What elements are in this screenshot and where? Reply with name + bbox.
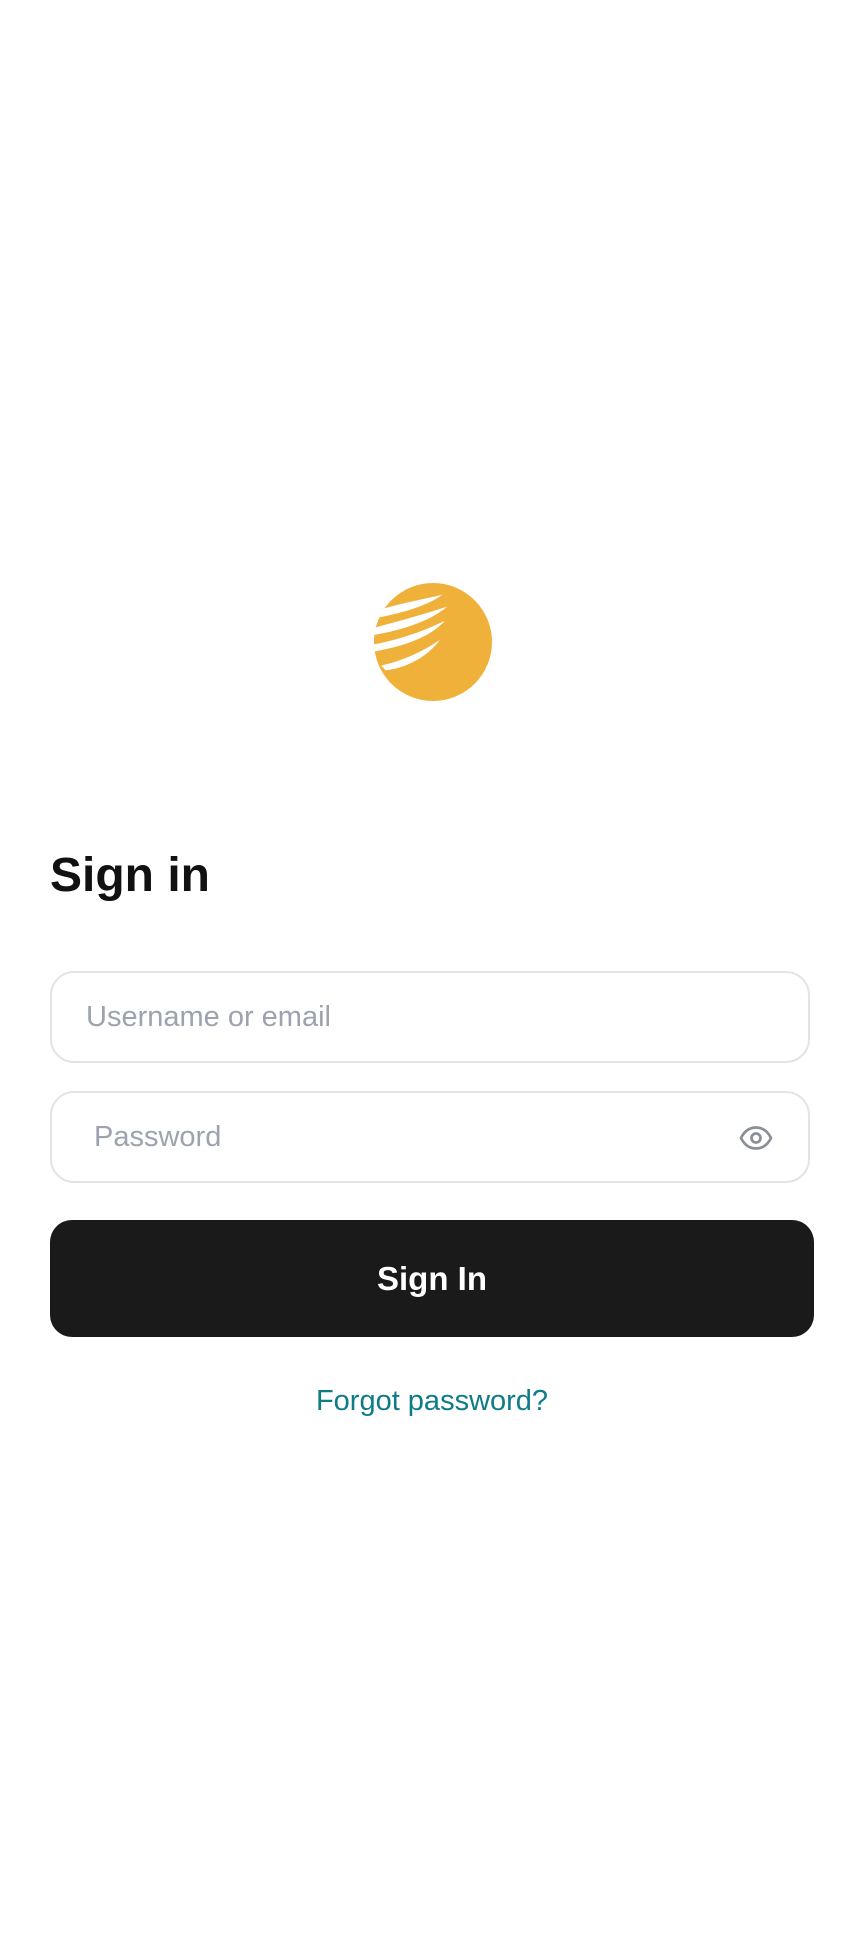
- username-input[interactable]: [52, 973, 808, 1061]
- brand-logo: [374, 583, 492, 701]
- password-field[interactable]: [50, 1091, 810, 1183]
- forgot-password-link[interactable]: Forgot password?: [0, 1382, 864, 1420]
- username-field[interactable]: [50, 971, 810, 1063]
- page-title: Sign in: [50, 849, 210, 902]
- eye-icon[interactable]: [738, 1120, 774, 1156]
- feather-sun-logo-icon: [374, 583, 492, 701]
- sign-in-button[interactable]: Sign In: [50, 1220, 814, 1337]
- password-input[interactable]: [52, 1093, 808, 1181]
